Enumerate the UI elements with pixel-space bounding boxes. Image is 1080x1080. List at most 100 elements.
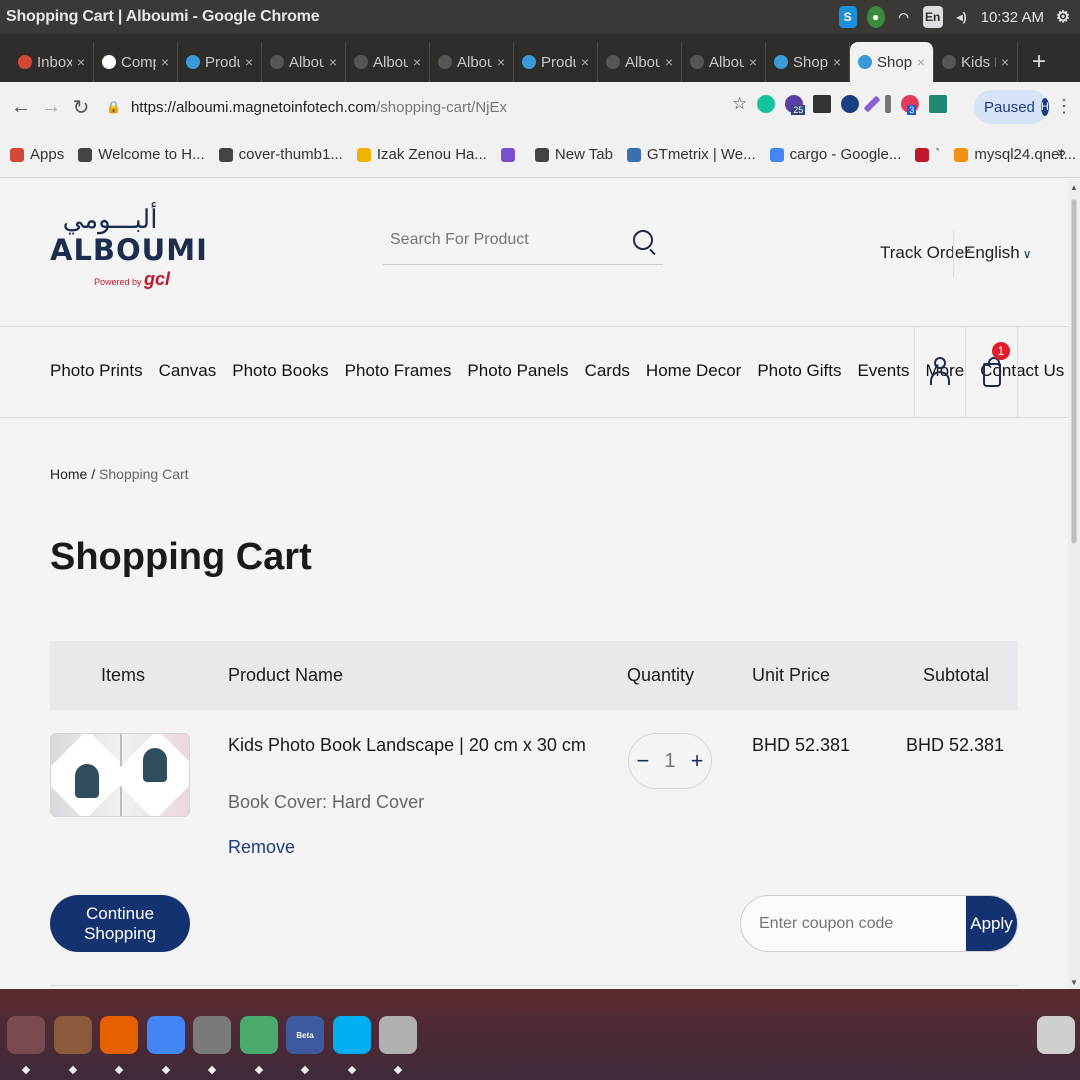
tab-close-icon[interactable]: × [245, 54, 253, 70]
product-name[interactable]: Kids Photo Book Landscape | 20 cm x 30 c… [228, 735, 586, 756]
dock-launcher[interactable] [5, 999, 47, 1075]
dock-launcher[interactable] [191, 999, 233, 1075]
grammarly-icon[interactable] [757, 95, 776, 113]
os-top-bar: Shopping Cart | Alboumi - Google Chrome … [0, 0, 1080, 34]
atom-icon [240, 1016, 278, 1054]
browser-tab[interactable]: Albou × [682, 42, 766, 82]
clock[interactable]: 10:32 AM [981, 9, 1044, 26]
nav-item-photo-gifts[interactable]: Photo Gifts [757, 361, 841, 381]
power-gear-icon[interactable]: ⚙ [1054, 6, 1072, 28]
nav-item-canvas[interactable]: Canvas [159, 361, 217, 381]
browser-tab[interactable]: Albou × [430, 42, 514, 82]
dock-launcher[interactable] [1035, 999, 1077, 1071]
tab-close-icon[interactable]: × [77, 54, 85, 70]
nav-item-photo-panels[interactable]: Photo Panels [467, 361, 568, 381]
keyboard-layout-indicator[interactable]: En [922, 6, 943, 28]
dock-launcher[interactable] [238, 999, 280, 1075]
volume-icon[interactable]: ◂) [953, 6, 971, 28]
browser-tab[interactable]: Comp × [94, 42, 178, 82]
bookmark-item[interactable]: New Tab [534, 146, 613, 163]
feather-extension-icon[interactable] [863, 95, 881, 113]
tab-close-icon[interactable]: × [917, 54, 925, 70]
sync-tray-icon[interactable]: ● [866, 6, 885, 28]
scroll-down-arrow-icon[interactable]: ▼ [1070, 978, 1078, 987]
nav-item-events[interactable]: Events [857, 361, 909, 381]
bookmark-item[interactable]: cargo - Google... [769, 146, 901, 163]
dock-launcher[interactable] [145, 999, 187, 1075]
dock-launcher[interactable] [52, 999, 94, 1075]
dock-launcher[interactable] [377, 999, 419, 1075]
nav-item-photo-books[interactable]: Photo Books [232, 361, 328, 381]
eyedropper-icon[interactable] [885, 95, 892, 113]
browser-tab[interactable]: Shopp × [766, 42, 850, 82]
tab-close-icon[interactable]: × [413, 54, 421, 70]
dock-launcher[interactable] [98, 999, 140, 1075]
increment-button[interactable]: + [691, 748, 704, 774]
dock-launcher[interactable] [331, 999, 373, 1075]
dock-launcher[interactable]: Beta [284, 999, 326, 1075]
tab-close-icon[interactable]: × [665, 54, 673, 70]
bookmark-item[interactable]: cover-thumb1... [218, 146, 343, 163]
reload-icon[interactable]: ↻ [68, 94, 94, 120]
browser-tab[interactable]: Inbox × [10, 42, 94, 82]
bookmark-star-icon[interactable]: ☆ [732, 94, 747, 114]
nav-item-photo-frames[interactable]: Photo Frames [345, 361, 452, 381]
back-icon[interactable]: ← [8, 94, 34, 120]
new-tab-button[interactable]: + [1018, 42, 1060, 82]
browser-tab[interactable]: Produ × [514, 42, 598, 82]
puzzle-extension-icon[interactable]: 3 [901, 95, 920, 115]
bookmark-item[interactable]: GTmetrix | We... [627, 146, 756, 163]
news-extension-icon[interactable] [813, 95, 832, 113]
bookmark-item[interactable]: Welcome to H... [78, 146, 205, 163]
bookmark-item[interactable]: ` [915, 146, 940, 163]
remove-item-link[interactable]: Remove [228, 837, 295, 858]
tab-close-icon[interactable]: × [161, 54, 169, 70]
code-extension-icon[interactable] [929, 95, 948, 113]
bookmark-item[interactable]: Izak Zenou Ha... [356, 146, 487, 163]
extension-badge-icon[interactable]: 25 [785, 95, 806, 115]
scrollbar-thumb[interactable] [1071, 199, 1077, 544]
page-scrollbar[interactable]: ▲ ▼ [1068, 179, 1080, 989]
nav-item-cards[interactable]: Cards [585, 361, 630, 381]
browser-menu-icon[interactable]: ⋮ [1055, 96, 1073, 117]
site-logo[interactable]: ألبـــومي ALBOUMI Powered by gcl [50, 205, 207, 301]
tab-close-icon[interactable]: × [833, 54, 841, 70]
continue-shopping-button[interactable]: Continue Shopping [50, 895, 190, 952]
coupon-code-input[interactable] [741, 896, 966, 951]
forward-icon[interactable]: → [38, 94, 64, 120]
decrement-button[interactable]: − [637, 748, 650, 774]
browser-tab[interactable]: Produ × [178, 42, 262, 82]
browser-tab[interactable]: Albou × [598, 42, 682, 82]
search-input[interactable] [390, 230, 610, 249]
quantity-value[interactable]: 1 [664, 750, 675, 773]
apply-coupon-button[interactable]: Apply [966, 896, 1017, 951]
language-selector[interactable]: English ∨ [964, 243, 1032, 263]
tab-close-icon[interactable]: × [581, 54, 589, 70]
product-thumbnail[interactable] [50, 733, 190, 817]
tab-close-icon[interactable]: × [497, 54, 505, 70]
search-icon[interactable] [633, 229, 653, 250]
profile-paused-button[interactable]: Paused H [974, 90, 1049, 124]
tab-close-icon[interactable]: × [1001, 54, 1009, 70]
track-order-link[interactable]: Track Order [880, 243, 970, 263]
url-bar[interactable]: 🔒 https://alboumi.magnetoinfotech.com/sh… [106, 90, 786, 124]
cart-button[interactable] [965, 327, 1018, 417]
bookmark-item[interactable]: Apps [10, 146, 64, 163]
browser-tab[interactable]: Albou × [346, 42, 430, 82]
nav-item-home-decor[interactable]: Home Decor [646, 361, 741, 381]
browser-tab[interactable]: Albou × [262, 42, 346, 82]
account-button[interactable] [914, 327, 965, 417]
tab-close-icon[interactable]: × [329, 54, 337, 70]
tab-close-icon[interactable]: × [749, 54, 757, 70]
check-extension-icon[interactable] [841, 95, 860, 113]
lock-icon[interactable]: 🔒 [106, 100, 121, 114]
bookmarks-overflow-icon[interactable]: » [1057, 144, 1066, 162]
wifi-icon[interactable]: ◠ [895, 6, 913, 28]
skype-tray-icon[interactable]: S [838, 6, 857, 28]
nav-item-photo-prints[interactable]: Photo Prints [50, 361, 143, 381]
scroll-up-arrow-icon[interactable]: ▲ [1070, 183, 1078, 192]
browser-tab[interactable]: Kids P × [934, 42, 1018, 82]
browser-tab[interactable]: Shopp × [850, 42, 934, 82]
bookmark-item[interactable] [500, 147, 521, 162]
breadcrumb-home[interactable]: Home [50, 466, 87, 482]
